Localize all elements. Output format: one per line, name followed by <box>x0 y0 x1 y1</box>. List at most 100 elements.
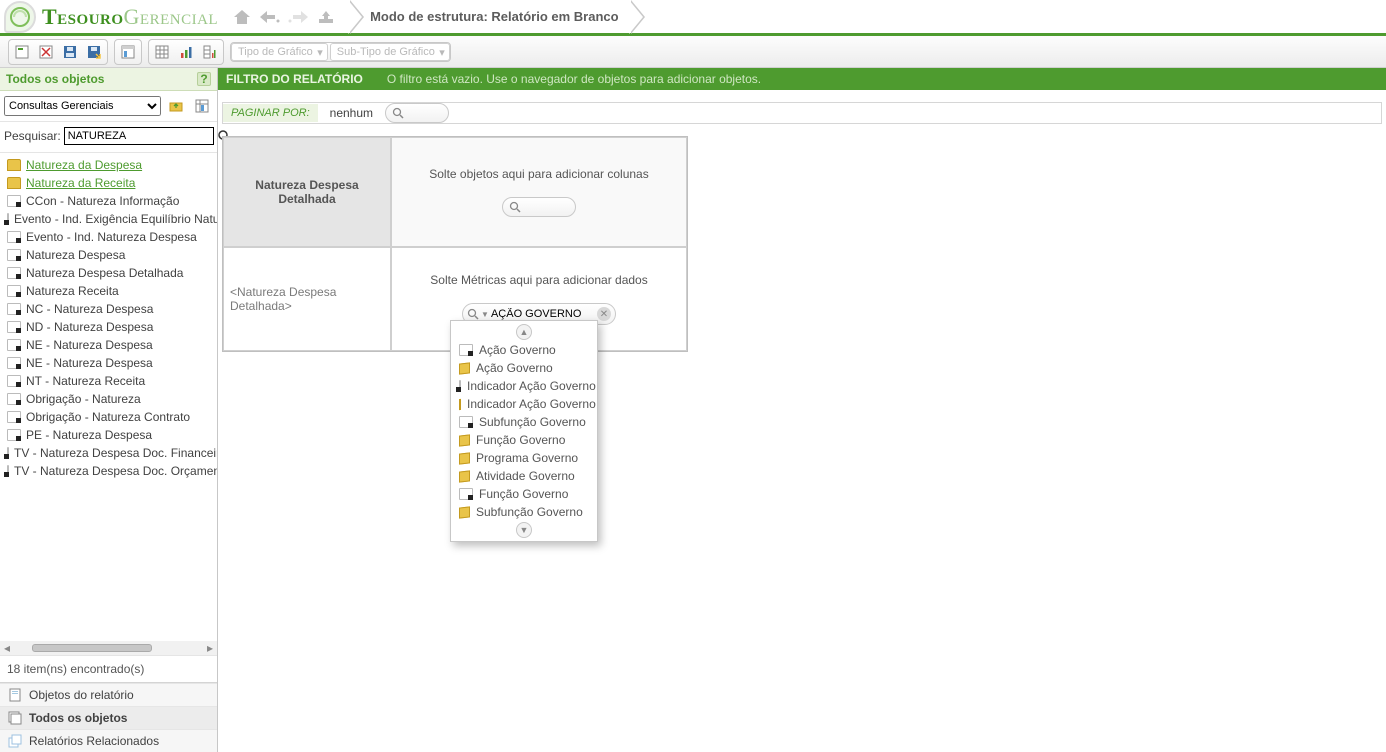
doc-icon <box>8 688 22 702</box>
attribute-icon <box>7 303 21 315</box>
search-icon <box>467 308 479 320</box>
search-icon <box>509 201 521 213</box>
sidebar-attribute[interactable]: TV - Natureza Despesa Doc. Financeir <box>0 444 217 462</box>
attribute-icon <box>459 380 461 392</box>
autocomplete-option-label: Atividade Governo <box>476 469 575 483</box>
attribute-icon <box>7 393 21 405</box>
autocomplete-option[interactable]: Função Governo <box>451 431 597 449</box>
chart-type-select: Tipo de Gráfico <box>231 43 328 61</box>
clear-icon[interactable]: ✕ <box>597 307 611 321</box>
nav-back-icon[interactable] <box>256 4 284 30</box>
sidebar-status: 18 item(ns) encontrado(s) <box>0 655 217 682</box>
upload-icon[interactable] <box>312 4 340 30</box>
cancel-icon[interactable] <box>35 42 57 62</box>
autocomplete-option[interactable]: Indicador Ação Governo <box>451 377 597 395</box>
autocomplete-option[interactable]: Subfunção Governo <box>451 413 597 431</box>
grid-view-icon[interactable] <box>151 42 173 62</box>
attribute-icon <box>7 447 9 459</box>
sidebar-attribute[interactable]: Natureza Despesa <box>0 246 217 264</box>
autocomplete-option-label: Função Governo <box>479 487 568 501</box>
sidebar-attribute[interactable]: NE - Natureza Despesa <box>0 336 217 354</box>
rows-drop-zone[interactable]: <Natureza Despesa Detalhada> <box>223 247 391 351</box>
autocomplete-option-label: Subfunção Governo <box>479 415 586 429</box>
page-by-label: PAGINAR POR: <box>223 104 318 122</box>
columns-drop-zone[interactable]: Solte objetos aqui para adicionar coluna… <box>391 137 687 247</box>
sidebar-attribute[interactable]: NC - Natureza Despesa <box>0 300 217 318</box>
rows-header-cell[interactable]: Natureza Despesa Detalhada <box>223 137 391 247</box>
chart-subtype-select: Sub-Tipo de Gráfico <box>330 43 450 61</box>
autocomplete-option[interactable]: Indicador Ação Governo <box>451 395 597 413</box>
columns-search-pill[interactable] <box>502 197 576 217</box>
help-icon[interactable]: ? <box>197 72 211 86</box>
metrics-search-input[interactable] <box>491 308 591 320</box>
sidebar-attribute[interactable]: ND - Natureza Despesa <box>0 318 217 336</box>
save-icon[interactable] <box>59 42 81 62</box>
breadcrumb: Modo de estrutura: Relatório em Branco <box>350 0 644 34</box>
sidebar-folder[interactable]: Natureza da Despesa <box>0 156 217 174</box>
columns-search-input[interactable] <box>525 201 565 213</box>
sidebar-attribute[interactable]: Natureza Despesa Detalhada <box>0 264 217 282</box>
sidebar-attribute[interactable]: NT - Natureza Receita <box>0 372 217 390</box>
report-canvas: FILTRO DO RELATÓRIO O filtro está vazio.… <box>218 68 1386 752</box>
sidebar-horizontal-scrollbar[interactable]: ◂ ▸ <box>0 641 217 655</box>
search-input[interactable] <box>64 127 214 145</box>
metrics-drop-zone[interactable]: Solte Métricas aqui para adicionar dados… <box>391 247 687 351</box>
cube-icon <box>459 470 470 482</box>
autocomplete-option[interactable]: Atividade Governo <box>451 467 597 485</box>
search-icon <box>392 107 404 119</box>
new-report-icon[interactable] <box>11 42 33 62</box>
page-by-search-input[interactable] <box>408 107 438 119</box>
sidebar-attribute[interactable]: Evento - Ind. Exigência Equilíbrio Natu <box>0 210 217 228</box>
tab-related-reports[interactable]: Relatórios Relacionados <box>0 729 217 752</box>
chevron-down-icon[interactable]: ▼ <box>479 310 491 319</box>
sidebar-item-label: Obrigação - Natureza Contrato <box>26 410 190 424</box>
page-by-search-pill[interactable] <box>385 103 449 123</box>
breadcrumb-label: Modo de estrutura: Relatório em Branco <box>370 9 618 24</box>
autocomplete-option[interactable]: Função Governo <box>451 485 597 503</box>
sidebar-folder[interactable]: Natureza da Receita <box>0 174 217 192</box>
save-as-icon[interactable] <box>83 42 105 62</box>
sidebar-attribute[interactable]: Obrigação - Natureza Contrato <box>0 408 217 426</box>
sidebar-item-label: Natureza da Receita <box>26 176 135 190</box>
sidebar-attribute[interactable]: TV - Natureza Despesa Doc. Orçamen <box>0 462 217 480</box>
toolbar-group-3 <box>148 39 224 65</box>
autocomplete-option[interactable]: Subfunção Governo <box>451 503 597 521</box>
page-by-bar[interactable]: PAGINAR POR: nenhum <box>222 102 1382 124</box>
filter-bar[interactable]: FILTRO DO RELATÓRIO O filtro está vazio.… <box>218 68 1386 90</box>
attribute-icon <box>7 285 21 297</box>
autocomplete-option[interactable]: Ação Governo <box>451 341 597 359</box>
sidebar-attribute[interactable]: CCon - Natureza Informação <box>0 192 217 210</box>
tab-report-objects[interactable]: Objetos do relatório <box>0 683 217 706</box>
scroll-up-icon[interactable]: ▲ <box>451 323 597 341</box>
autocomplete-option[interactable]: Programa Governo <box>451 449 597 467</box>
sidebar-attribute[interactable]: Obrigação - Natureza <box>0 390 217 408</box>
grid-chart-view-icon[interactable] <box>199 42 221 62</box>
scroll-down-icon[interactable]: ▼ <box>451 521 597 539</box>
autocomplete-option-label: Ação Governo <box>476 361 553 375</box>
chart-view-icon[interactable] <box>175 42 197 62</box>
autocomplete-option-label: Indicador Ação Governo <box>467 397 596 411</box>
scope-select[interactable]: Consultas Gerenciais <box>4 96 161 116</box>
stack2-icon <box>8 734 22 748</box>
attribute-icon <box>7 213 9 225</box>
attribute-icon <box>7 321 21 333</box>
autocomplete-option[interactable]: Ação Governo <box>451 359 597 377</box>
sidebar-attribute[interactable]: Evento - Ind. Natureza Despesa <box>0 228 217 246</box>
refresh-tree-icon[interactable] <box>191 96 213 116</box>
tab-all-objects[interactable]: Todos os objetos <box>0 706 217 729</box>
sidebar-object-list[interactable]: Natureza da Despesa Natureza da Receita CC… <box>0 153 217 641</box>
home-icon[interactable] <box>228 4 256 30</box>
sidebar-title: Todos os objetos <box>6 72 104 86</box>
design-mode-icon[interactable] <box>117 42 139 62</box>
folder-up-icon[interactable] <box>165 96 187 116</box>
attribute-icon <box>459 488 473 500</box>
sidebar-attribute[interactable]: Natureza Receita <box>0 282 217 300</box>
search-label: Pesquisar: <box>4 129 61 143</box>
sidebar-attribute[interactable]: NE - Natureza Despesa <box>0 354 217 372</box>
autocomplete-option-label: Subfunção Governo <box>476 505 583 519</box>
app-header: TesouroGerencial Modo de estrutura: Rela… <box>0 0 1386 36</box>
sidebar-attribute[interactable]: PE - Natureza Despesa <box>0 426 217 444</box>
sidebar-search: Pesquisar: <box>0 122 217 153</box>
sidebar-item-label: PE - Natureza Despesa <box>26 428 152 442</box>
sidebar-item-label: Evento - Ind. Exigência Equilíbrio Natu <box>14 212 217 226</box>
